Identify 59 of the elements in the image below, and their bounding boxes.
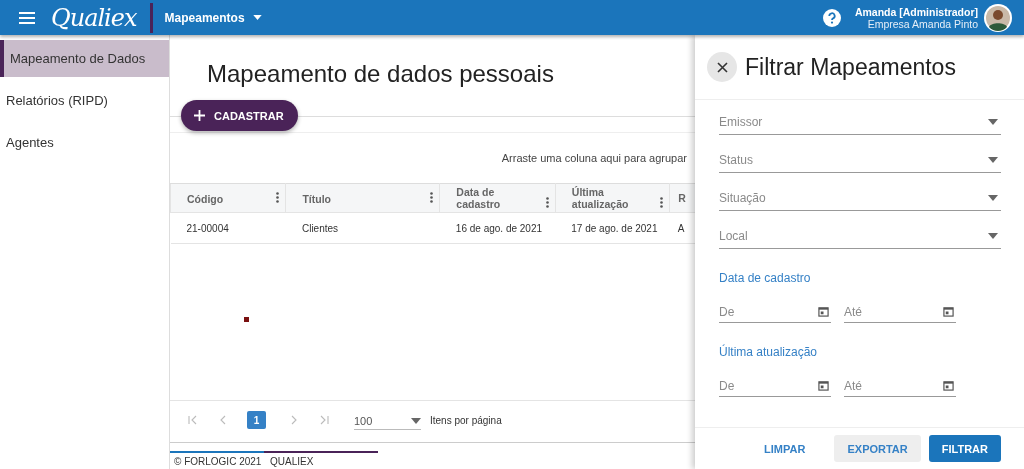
menu-icon[interactable] bbox=[19, 11, 35, 24]
export-button[interactable]: EXPORTAR bbox=[834, 435, 921, 462]
footer-tab[interactable]: © FORLOGIC 2021 bbox=[170, 451, 264, 469]
select-field[interactable]: Local bbox=[719, 224, 1001, 249]
calendar-icon[interactable] bbox=[818, 380, 829, 391]
calendar-icon[interactable] bbox=[818, 306, 829, 317]
column-menu-icon[interactable] bbox=[545, 197, 549, 208]
logo: Qualiex bbox=[51, 2, 137, 33]
close-icon bbox=[716, 61, 728, 73]
add-button[interactable]: CADASTRAR bbox=[181, 100, 298, 131]
column-menu-icon[interactable] bbox=[430, 191, 434, 203]
sidebar-item[interactable]: Agentes bbox=[0, 124, 169, 161]
caret-icon[interactable] bbox=[988, 233, 998, 239]
page-size-label: Itens por página bbox=[430, 414, 502, 426]
date-field[interactable]: Até bbox=[844, 301, 956, 323]
table-cell: 16 de ago. de 2021 bbox=[439, 212, 556, 244]
clear-button[interactable]: LIMPAR bbox=[751, 435, 819, 462]
table-cell: 21-00004 bbox=[170, 212, 286, 244]
avatar[interactable] bbox=[984, 3, 1012, 32]
table-cell: Clientes bbox=[285, 212, 440, 244]
select-field[interactable]: Status bbox=[719, 148, 1001, 173]
column-header[interactable]: Última atualização bbox=[555, 183, 670, 213]
sidebar-item[interactable]: Mapeamento de Dados bbox=[0, 40, 169, 77]
help-icon[interactable] bbox=[822, 8, 841, 27]
caret-icon[interactable] bbox=[988, 119, 998, 125]
section-label: Data de cadastro bbox=[719, 271, 812, 285]
company-name: Empresa Amanda Pinto bbox=[867, 17, 978, 30]
column-menu-icon[interactable] bbox=[276, 191, 280, 203]
column-header[interactable]: Título bbox=[285, 183, 440, 213]
caret-icon bbox=[252, 15, 262, 20]
column-menu-icon[interactable] bbox=[660, 197, 664, 208]
date-field[interactable]: De bbox=[719, 301, 831, 323]
plus-icon bbox=[194, 110, 205, 121]
calendar-icon[interactable] bbox=[943, 380, 954, 391]
page-size-select[interactable]: 100 bbox=[354, 410, 421, 430]
column-header[interactable]: R bbox=[669, 183, 695, 213]
user-name: Amanda [Administrador] bbox=[854, 5, 978, 18]
sidebar-item[interactable]: Relatórios (RIPD) bbox=[0, 82, 169, 119]
table-cell: 17 de ago. de 2021 bbox=[555, 212, 670, 244]
select-field[interactable]: Situação bbox=[719, 186, 1001, 211]
select-field[interactable]: Emissor bbox=[719, 110, 1001, 135]
column-header[interactable]: Data de cadastro bbox=[439, 183, 556, 213]
group-hint: Arraste uma coluna aqui para agrupar bbox=[501, 152, 687, 164]
caret-icon[interactable] bbox=[411, 417, 421, 424]
calendar-icon[interactable] bbox=[943, 306, 954, 317]
page-title: Mapeamento de dados pessoais bbox=[207, 60, 555, 88]
panel-title: Filtrar Mapeamentos bbox=[745, 53, 956, 81]
page-button[interactable]: 1 bbox=[247, 411, 266, 429]
section-label: Última atualização bbox=[719, 345, 819, 359]
footer-tab[interactable]: QUALIEX bbox=[264, 451, 378, 469]
column-header[interactable]: Código bbox=[170, 183, 286, 213]
close-button[interactable] bbox=[707, 52, 737, 82]
marker-icon bbox=[244, 317, 249, 322]
caret-icon[interactable] bbox=[988, 157, 998, 163]
module-dropdown[interactable]: Mapeamentos bbox=[164, 10, 262, 25]
date-field[interactable]: Até bbox=[844, 375, 956, 397]
date-field[interactable]: De bbox=[719, 375, 831, 397]
caret-icon[interactable] bbox=[988, 195, 998, 201]
filter-button[interactable]: FILTRAR bbox=[928, 435, 1001, 462]
